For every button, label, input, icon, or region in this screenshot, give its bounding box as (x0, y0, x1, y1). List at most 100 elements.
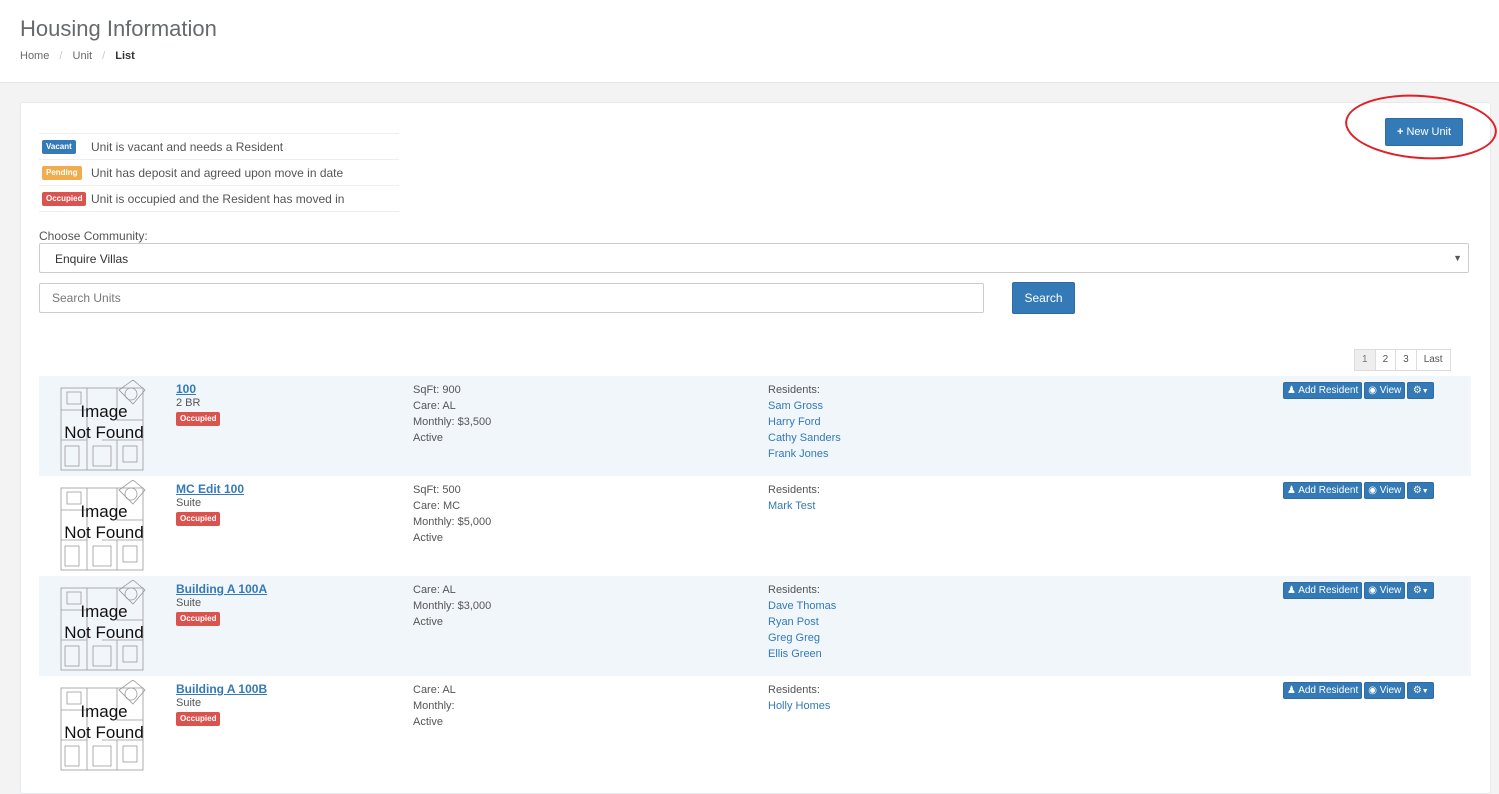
unit-residents: Residents: Dave Thomas Ryan Post Greg Greg E… (768, 582, 836, 662)
unit-row: Image Not Found 100 2 BR Occupied SqFt: 900 Ca… (39, 376, 1471, 476)
unit-row: Image Not Found MC Edit 100 Suite Occupied Sq… (39, 476, 1471, 576)
image-not-found-text: Image Not Found (61, 501, 147, 543)
community-select[interactable]: Enquire Villas ▼ (39, 243, 1469, 273)
resident-link[interactable]: Sam Gross (768, 398, 841, 414)
legend-text: Unit has deposit and agreed upon move in… (91, 165, 344, 180)
resident-link[interactable]: Ellis Green (768, 646, 836, 662)
unit-detail: Care: AL (413, 684, 456, 696)
settings-dropdown-button[interactable]: ⚙▼ (1407, 682, 1435, 699)
status-badge: Occupied (176, 412, 221, 426)
unit-residents: Residents: Mark Test (768, 482, 820, 514)
page-link-last[interactable]: Last (1415, 349, 1451, 371)
add-resident-label: Add Resident (1298, 585, 1359, 596)
image-not-found-line2: Not Found (64, 623, 144, 642)
unit-actions: ♟ Add Resident ◉ View ⚙▼ (1283, 682, 1436, 699)
eye-icon: ◉ (1368, 385, 1377, 396)
view-button[interactable]: ◉ View (1364, 682, 1406, 699)
legend-row-pending: Pending Unit has deposit and agreed upon… (39, 160, 399, 186)
view-button[interactable]: ◉ View (1364, 382, 1406, 399)
resident-link[interactable]: Ryan Post (768, 614, 836, 630)
unit-type: Suite (176, 697, 202, 709)
unit-type: Suite (176, 497, 202, 509)
unit-list-panel: + New Unit Vacant Unit is vacant and nee… (20, 89, 1499, 794)
vacant-badge: Vacant (42, 139, 76, 154)
user-icon: ♟ (1287, 485, 1296, 496)
search-button[interactable]: Search (1012, 282, 1075, 314)
legend-text: Unit is occupied and the Resident has mo… (91, 191, 345, 206)
page-link-1[interactable]: 1 (1354, 349, 1376, 371)
new-unit-label: New Unit (1406, 126, 1452, 138)
user-icon: ♟ (1287, 385, 1296, 396)
unit-detail: Monthly: $3,500 (413, 416, 492, 428)
image-not-found-line1: Image (80, 602, 128, 621)
unit-residents: Residents: Holly Homes (768, 682, 830, 714)
gear-icon: ⚙ (1412, 485, 1422, 496)
breadcrumb: Home / Unit / List (20, 50, 135, 62)
unit-name-link[interactable]: Building A 100B (176, 682, 267, 696)
add-resident-button[interactable]: ♟ Add Resident (1283, 582, 1363, 599)
add-resident-button[interactable]: ♟ Add Resident (1283, 682, 1363, 699)
gear-icon: ⚙ (1412, 685, 1422, 696)
resident-link[interactable]: Dave Thomas (768, 598, 836, 614)
unit-type: Suite (176, 597, 202, 609)
eye-icon: ◉ (1368, 585, 1377, 596)
resident-link[interactable]: Frank Jones (768, 446, 841, 462)
resident-link[interactable]: Holly Homes (768, 698, 830, 714)
residents-label: Residents: (768, 484, 820, 496)
resident-link[interactable]: Cathy Sanders (768, 430, 841, 446)
resident-link[interactable]: Harry Ford (768, 414, 841, 430)
eye-icon: ◉ (1368, 485, 1377, 496)
status-badge: Occupied (176, 612, 221, 626)
search-units-input[interactable] (39, 283, 984, 313)
view-label: View (1379, 485, 1402, 496)
unit-image-placeholder: Image Not Found (57, 480, 147, 572)
unit-detail: Care: MC (413, 500, 461, 512)
status-legend: Vacant Unit is vacant and needs a Reside… (39, 133, 399, 212)
unit-details: Care: AL Monthly: $3,000 Active (413, 582, 491, 630)
add-resident-label: Add Resident (1298, 485, 1359, 496)
resident-link[interactable]: Mark Test (768, 498, 820, 514)
gear-icon: ⚙ (1412, 585, 1422, 596)
add-resident-label: Add Resident (1298, 685, 1359, 696)
add-resident-label: Add Resident (1298, 385, 1359, 396)
unit-row: Image Not Found Building A 100B Suite Occupi… (39, 676, 1471, 786)
user-icon: ♟ (1287, 685, 1296, 696)
breadcrumb-unit[interactable]: Unit (73, 50, 93, 62)
settings-dropdown-button[interactable]: ⚙▼ (1407, 382, 1435, 399)
image-not-found-text: Image Not Found (61, 401, 147, 443)
settings-dropdown-button[interactable]: ⚙▼ (1407, 482, 1435, 499)
breadcrumb-current: List (115, 50, 135, 62)
unit-detail: Active (413, 532, 443, 544)
add-resident-button[interactable]: ♟ Add Resident (1283, 482, 1363, 499)
unit-detail: Active (413, 616, 443, 628)
unit-details: SqFt: 500 Care: MC Monthly: $5,000 Active (413, 482, 491, 546)
view-button[interactable]: ◉ View (1364, 582, 1406, 599)
new-unit-button[interactable]: + New Unit (1385, 118, 1463, 146)
caret-down-icon: ▼ (1421, 588, 1429, 595)
view-label: View (1379, 585, 1402, 596)
page-link-2[interactable]: 2 (1374, 349, 1397, 371)
legend-text: Unit is vacant and needs a Resident (91, 139, 284, 154)
unit-name-link[interactable]: MC Edit 100 (176, 482, 244, 496)
unit-list: Image Not Found 100 2 BR Occupied SqFt: 900 Ca… (39, 376, 1471, 786)
view-button[interactable]: ◉ View (1364, 482, 1406, 499)
status-badge: Occupied (176, 712, 221, 726)
breadcrumb-home[interactable]: Home (20, 50, 49, 62)
unit-type: 2 BR (176, 397, 201, 409)
status-badge: Occupied (176, 512, 221, 526)
caret-down-icon: ▼ (1453, 253, 1462, 263)
view-label: View (1379, 385, 1402, 396)
image-not-found-text: Image Not Found (61, 701, 147, 743)
pending-badge: Pending (42, 165, 82, 180)
unit-details: SqFt: 900 Care: AL Monthly: $3,500 Active (413, 382, 491, 446)
page-link-3[interactable]: 3 (1395, 349, 1417, 371)
unit-name-link[interactable]: Building A 100A (176, 582, 267, 596)
unit-detail: Care: AL (413, 584, 456, 596)
resident-link[interactable]: Greg Greg (768, 630, 836, 646)
community-label: Choose Community: (39, 229, 148, 243)
add-resident-button[interactable]: ♟ Add Resident (1283, 382, 1363, 399)
residents-label: Residents: (768, 584, 820, 596)
unit-name-link[interactable]: 100 (176, 382, 196, 396)
caret-down-icon: ▼ (1421, 488, 1429, 495)
settings-dropdown-button[interactable]: ⚙▼ (1407, 582, 1435, 599)
